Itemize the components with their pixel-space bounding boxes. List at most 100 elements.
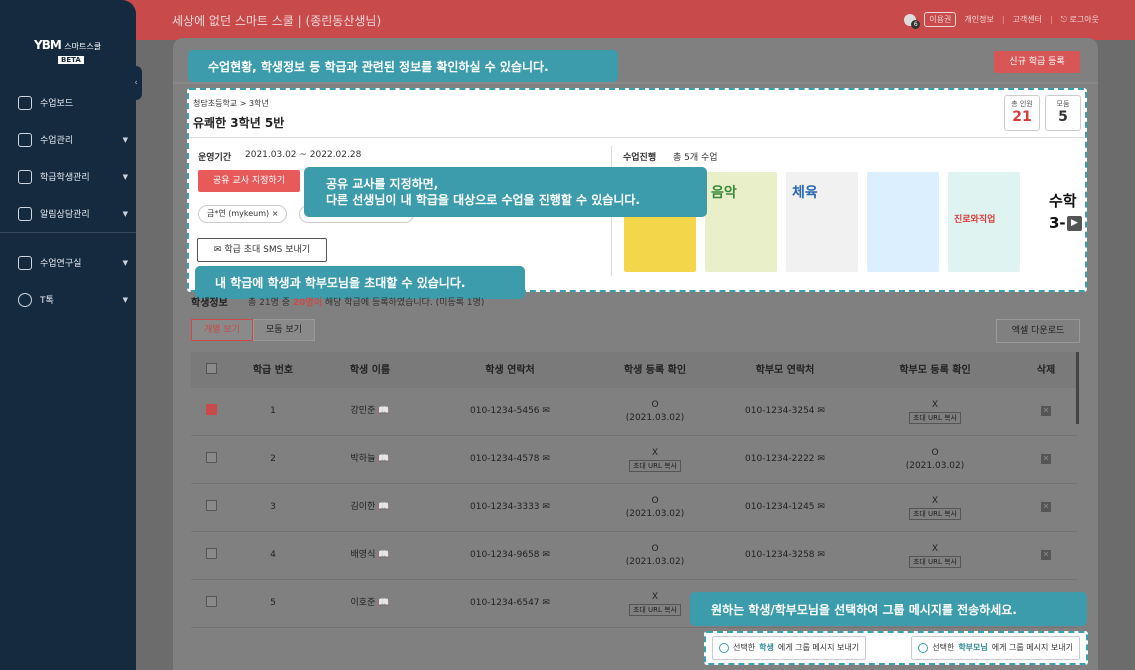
sidebar-item-notice-manage[interactable]: 알림상담관리 ▼	[18, 195, 128, 232]
table-row: 5 이호준 📖 010-1234-6547 ✉ X 초대 URL 복사	[191, 580, 1077, 628]
talk-icon	[18, 292, 32, 307]
sidebar-item-label: 수업연구실	[40, 259, 82, 269]
book-icon[interactable]: 📖	[378, 550, 389, 560]
logout-link[interactable]: ⎋ 로그아웃	[1061, 14, 1099, 25]
chevron-down-icon: ▼	[122, 209, 128, 218]
parent-phone: 010-1234-2222	[745, 454, 815, 464]
column-header: 학생 연락처	[485, 364, 535, 376]
message-icon[interactable]: ✉	[817, 550, 825, 560]
profile-link[interactable]: 개인정보	[964, 14, 993, 25]
student-phone-cell: 010-1234-9658 ✉	[425, 549, 595, 562]
textbook-card[interactable]: 음악	[705, 172, 777, 272]
delete-icon[interactable]: ✕	[1041, 550, 1051, 560]
textbook-card[interactable]	[867, 172, 939, 272]
monitor-icon	[18, 132, 32, 147]
status-mark: O	[931, 447, 939, 458]
pass-link[interactable]: 이용권	[924, 12, 957, 27]
new-class-button[interactable]: 신규 학급 등록	[994, 51, 1080, 73]
row-checkbox[interactable]	[205, 595, 217, 607]
parent-registration: O (2021.03.02)	[855, 447, 1015, 473]
status-mark: O	[651, 543, 659, 554]
student-number: 3	[270, 502, 276, 512]
message-students-button[interactable]: 선택한 학생 에게 그룹 메시지 보내기	[712, 636, 867, 660]
copy-invite-url-button[interactable]: 초대 URL 복사	[628, 459, 682, 472]
chat-icon	[918, 643, 929, 653]
book-icon[interactable]: 📖	[378, 454, 389, 464]
message-icon[interactable]: ✉	[542, 454, 550, 464]
select-all-checkbox[interactable]	[205, 362, 217, 374]
student-name-cell: 강민준 📖	[315, 405, 425, 418]
group-count-badge: 모둠 5	[1045, 95, 1081, 131]
status-mark: X	[931, 495, 939, 506]
sidebar: YBM 스마트스쿨 BETA 수업보드 수업관리 ▼ 학급학생관리 ▼ 알림상담관리…	[0, 0, 136, 670]
tab-group[interactable]: 모둠 보기	[252, 319, 315, 341]
carousel-next-button[interactable]: ▶	[1067, 216, 1082, 231]
row-checkbox[interactable]	[205, 451, 217, 463]
book-title: 체육	[792, 185, 818, 201]
header-divider	[173, 82, 1098, 84]
status-date: (2021.03.02)	[905, 460, 965, 471]
message-icon[interactable]: ✉	[542, 550, 550, 560]
excel-download-button[interactable]: 엑셀 다운로드	[996, 319, 1080, 343]
message-icon[interactable]: ✉	[542, 502, 550, 512]
message-icon[interactable]: ✉	[817, 406, 825, 416]
copy-invite-url-button[interactable]: 초대 URL 복사	[908, 555, 962, 568]
sidebar-item-class-manage[interactable]: 학급학생관리 ▼	[18, 158, 128, 195]
button-text: 선택한	[733, 643, 756, 652]
bell-icon[interactable]: 6	[904, 13, 921, 29]
chevron-down-icon: ▼	[122, 135, 128, 144]
book-icon[interactable]: 📖	[378, 598, 389, 608]
delete-icon[interactable]: ✕	[1041, 406, 1051, 416]
message-icon[interactable]: ✉	[817, 454, 825, 464]
sidebar-item-lesson-manage[interactable]: 수업관리 ▼	[18, 121, 128, 158]
row-checkbox[interactable]	[205, 547, 217, 559]
student-number: 4	[270, 550, 276, 560]
sidebar-item-lesson-board[interactable]: 수업보드	[18, 84, 128, 121]
student-number: 5	[270, 598, 276, 608]
table-row: 2 박하늘 📖 010-1234-4578 ✉ X 초대 URL 복사 010-1234-…	[191, 436, 1077, 484]
copy-invite-url-button[interactable]: 초대 URL 복사	[908, 411, 962, 424]
table-scrollbar[interactable]	[1076, 352, 1079, 424]
button-text: 에게 그룹 메시지 보내기	[777, 643, 860, 652]
student-phone-cell: 010-1234-4578 ✉	[425, 453, 595, 466]
sidebar-item-research[interactable]: 수업연구실 ▼	[18, 244, 128, 281]
invite-sms-button[interactable]: ✉ 학급 초대 SMS 보내기	[197, 238, 327, 262]
summary-text: 총 21명 중	[248, 298, 291, 308]
copy-invite-url-button[interactable]: 초대 URL 복사	[908, 507, 962, 520]
tab-individual[interactable]: 개별 보기	[191, 319, 253, 341]
parent-phone: 010-1234-3254	[745, 406, 815, 416]
book-icon[interactable]: 📖	[378, 502, 389, 512]
status-mark: X	[651, 447, 659, 458]
sidebar-collapse-button[interactable]: ‹	[130, 66, 142, 100]
book-icon	[18, 95, 32, 110]
status-mark: O	[651, 495, 659, 506]
chip-label: 금*연 (mykeum)	[207, 209, 270, 218]
textbook-card[interactable]: 체육	[786, 172, 858, 272]
support-link[interactable]: 고객센터	[1013, 14, 1042, 25]
assign-shared-teacher-button[interactable]: 공유 교사 지정하기	[198, 170, 300, 192]
row-checkbox[interactable]	[205, 499, 217, 511]
delete-icon[interactable]: ✕	[1041, 454, 1051, 464]
delete-icon[interactable]: ✕	[1041, 502, 1051, 512]
message-icon[interactable]: ✉	[542, 406, 550, 416]
close-icon[interactable]: ×	[272, 209, 279, 218]
column-header: 학급 번호	[252, 364, 294, 376]
sidebar-item-ttalk[interactable]: T톡 ▼	[18, 281, 128, 318]
row-checkbox[interactable]	[205, 403, 217, 415]
message-icon[interactable]: ✉	[542, 598, 550, 608]
status-mark: X	[651, 591, 659, 602]
student-phone-cell: 010-1234-3333 ✉	[425, 501, 595, 514]
message-parents-button[interactable]: 선택한 학부모님 에게 그룹 메시지 보내기	[911, 636, 1080, 660]
tooltip-shared-teacher: 공유 교사를 지정하면, 다른 선생님이 내 학급을 대상으로 수업을 진행할 수…	[304, 167, 707, 217]
student-registration: O (2021.03.02)	[595, 399, 715, 425]
student-registration: X 초대 URL 복사	[595, 591, 715, 617]
parent-phone-cell: 010-1234-3254 ✉	[715, 405, 855, 418]
chevron-down-icon: ▼	[122, 172, 128, 181]
message-icon[interactable]: ✉	[817, 502, 825, 512]
textbook-card[interactable]: 진로와직업	[948, 172, 1020, 272]
logo[interactable]: YBM 스마트스쿨 BETA	[34, 38, 101, 65]
button-highlight: 학부모님	[958, 643, 988, 652]
copy-invite-url-button[interactable]: 초대 URL 복사	[628, 603, 682, 616]
breadcrumb: 청담초등학교 > 3학년	[193, 99, 269, 108]
book-icon[interactable]: 📖	[378, 406, 389, 416]
